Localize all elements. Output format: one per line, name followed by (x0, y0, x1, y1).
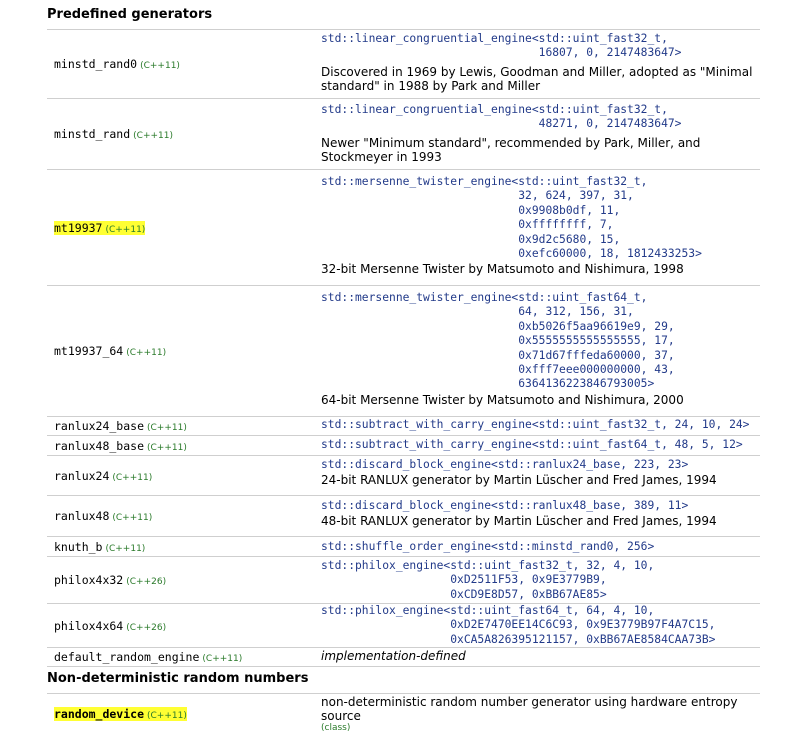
description: non-deterministic random number generato… (321, 695, 738, 723)
table-row: knuth_b (C++11) std::shuffle_order_engine… (47, 536, 760, 556)
version-badge: (C++26) (126, 622, 167, 633)
version-badge: (C++11) (112, 472, 153, 483)
generator-name-text[interactable]: minstd_rand (54, 127, 130, 141)
class-tag: (class) (321, 723, 351, 733)
table-row: mt19937_64 (C++11) std::mersenne_twister_… (47, 285, 760, 416)
table-row: philox4x64 (C++26) std::philox_engine<std… (47, 603, 760, 647)
table-row: ranlux24 (C++11) std::discard_block_engin… (47, 455, 760, 495)
engine-definition: std::mersenne_twister_engine<std::uint_f… (321, 291, 675, 391)
generator-name-text[interactable]: ranlux24 (54, 469, 109, 483)
description: 32-bit Mersenne Twister by Matsumoto and… (321, 262, 684, 277)
generator-name[interactable]: default_random_engine (C++11) (54, 650, 242, 664)
generator-name-text[interactable]: mt19937 (54, 221, 102, 235)
engine-definition: std::discard_block_engine<std::ranlux24_… (321, 458, 689, 471)
description: 64-bit Mersenne Twister by Matsumoto and… (321, 392, 684, 407)
engine-definition: std::philox_engine<std::uint_fast64_t, 6… (321, 604, 716, 646)
table-row: philox4x32 (C++26) std::philox_engine<std… (47, 556, 760, 603)
generator-name[interactable]: ranlux24 (C++11) (54, 469, 152, 483)
generator-name[interactable]: random_device (C++11) (54, 707, 187, 721)
generator-name[interactable]: ranlux48 (C++11) (54, 509, 152, 523)
version-badge: (C++11) (202, 654, 243, 664)
table-row: random_device (C++11) non-deterministic r… (47, 693, 760, 734)
description: Newer "Minimum standard", recommended by… (321, 135, 701, 164)
generator-name[interactable]: mt19937_64 (C++11) (54, 344, 166, 358)
table-row: mt19937 (C++11) std::mersenne_twister_eng… (47, 169, 760, 285)
engine-definition: std::linear_congruential_engine<std::uin… (321, 103, 682, 131)
engine-definition: std::shuffle_order_engine<std::minstd_ra… (321, 540, 655, 553)
table-row: ranlux48 (C++11) std::discard_block_engin… (47, 495, 760, 536)
generator-name-text[interactable]: ranlux24_base (54, 419, 144, 433)
engine-definition: std::linear_congruential_engine<std::uin… (321, 32, 682, 60)
generator-name[interactable]: minstd_rand (C++11) (54, 127, 173, 141)
description: Discovered in 1969 by Lewis, Goodman and… (321, 64, 753, 93)
generator-name-text[interactable]: philox4x32 (54, 573, 123, 587)
version-badge: (C++11) (140, 61, 180, 71)
generator-name[interactable]: knuth_b (C++11) (54, 540, 145, 554)
generator-name-text[interactable]: minstd_rand0 (54, 57, 137, 71)
engine-definition: std::discard_block_engine<std::ranlux48_… (321, 499, 689, 512)
engine-definition: std::philox_engine<std::uint_fast32_t, 3… (321, 559, 655, 601)
version-badge: (C++11) (147, 423, 187, 433)
generator-name-text[interactable]: ranlux48_base (54, 439, 144, 453)
table-row: ranlux48_base (C++11) std::subtract_with_… (47, 435, 760, 455)
generator-name-text[interactable]: default_random_engine (54, 650, 199, 664)
generator-name-text[interactable]: ranlux48 (54, 509, 109, 523)
table-row: default_random_engine (C++11) implementat… (47, 647, 760, 667)
generator-name-text[interactable]: knuth_b (54, 540, 102, 554)
generator-name[interactable]: minstd_rand0 (C++11) (54, 57, 180, 71)
generator-name[interactable]: ranlux48_base (C++11) (54, 439, 187, 453)
engine-definition: std::subtract_with_carry_engine<std::uin… (321, 438, 743, 451)
description: 24-bit RANLUX generator by Martin Lüsche… (321, 473, 717, 488)
engine-definition: std::mersenne_twister_engine<std::uint_f… (321, 175, 702, 261)
section-heading-nondeterministic: Non-deterministic random numbers (47, 671, 309, 686)
table-row: ranlux24_base (C++11) std::subtract_with_… (47, 416, 760, 435)
description: implementation-defined (321, 649, 466, 663)
version-badge: (C++11) (147, 711, 187, 721)
generator-name-text[interactable]: mt19937_64 (54, 344, 123, 358)
generator-name[interactable]: ranlux24_base (C++11) (54, 419, 187, 433)
section-heading-predefined: Predefined generators (47, 7, 213, 22)
version-badge: (C++11) (112, 513, 153, 523)
table-row: minstd_rand (C++11) std::linear_congruent… (47, 98, 760, 169)
version-badge: (C++11) (105, 224, 146, 235)
generator-name-text[interactable]: philox4x64 (54, 619, 123, 633)
generator-name[interactable]: mt19937 (C++11) (54, 220, 146, 235)
description: 48-bit RANLUX generator by Martin Lüsche… (321, 514, 717, 529)
table-row: minstd_rand0 (C++11) std::linear_congruen… (47, 29, 760, 98)
generator-name[interactable]: philox4x64 (C++26) (54, 619, 166, 633)
engine-definition: std::subtract_with_carry_engine<std::uin… (321, 418, 750, 431)
version-badge: (C++11) (133, 131, 174, 141)
generator-name[interactable]: philox4x32 (C++26) (54, 573, 166, 587)
version-badge: (C++11) (126, 348, 167, 358)
version-badge: (C++11) (105, 543, 146, 554)
generator-name-text[interactable]: random_device (54, 707, 144, 721)
version-badge: (C++26) (126, 577, 167, 587)
version-badge: (C++11) (147, 442, 187, 453)
